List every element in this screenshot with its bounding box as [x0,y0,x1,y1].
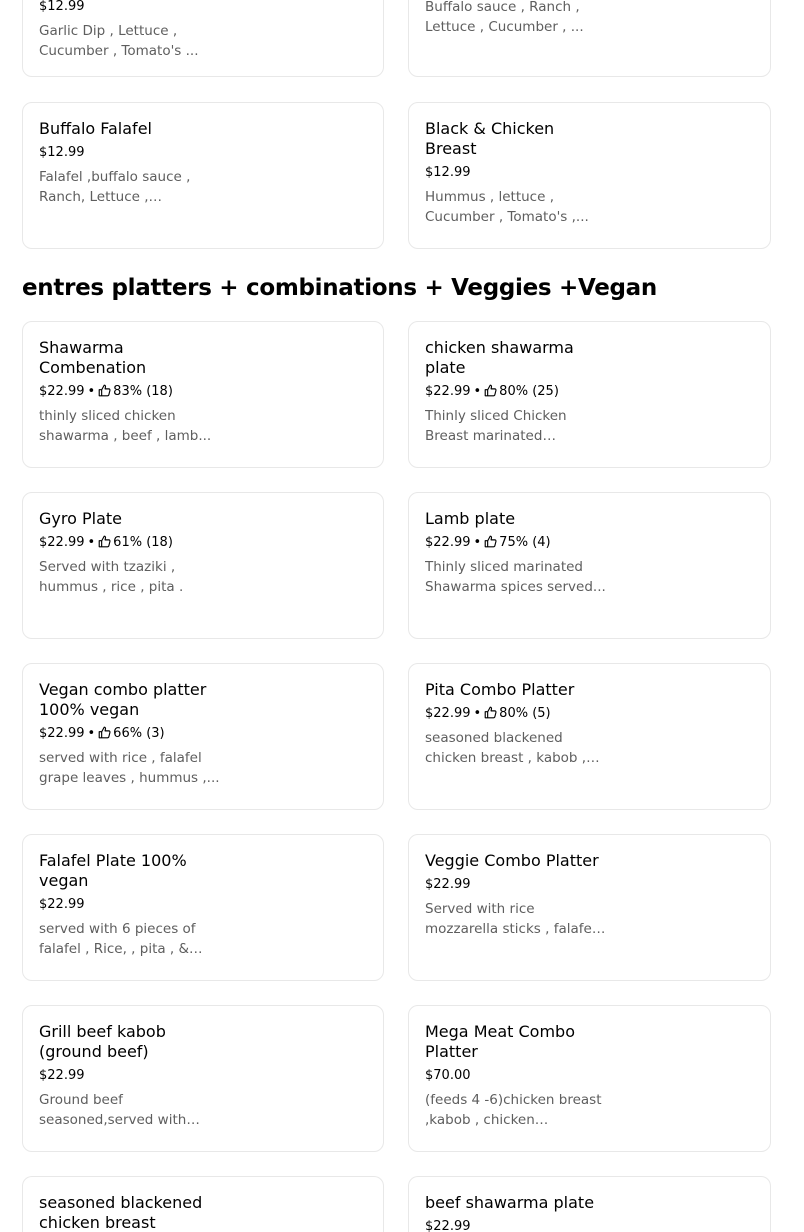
menu-item-card[interactable]: Buffalo sauce , Ranch , Lettuce , Cucumb… [408,0,771,77]
item-description: Buffalo sauce , Ranch , Lettuce , Cucumb… [425,0,584,35]
menu-item-card[interactable]: Falafel Plate 100% vegan $22.99 served w… [22,834,384,981]
item-title: Vegan combo platter 100% vegan [39,680,207,719]
menu-item-card[interactable]: seasoned blackened chicken breast [22,1176,384,1232]
item-meta: $22.99 • 61% (18) [39,533,223,553]
item-price: $22.99 [425,535,471,550]
menu-item-card[interactable]: beef shawarma plate $22.99 [408,1176,771,1232]
menu-item-card[interactable]: chicken shawarma plate $22.99 • 80% (25) T… [408,321,771,468]
item-price: $22.99 [425,877,471,892]
thumbs-up-icon [98,535,111,548]
item-title: seasoned blackened chicken breast [39,1193,203,1232]
meta-separator: • [473,535,482,550]
item-description: Garlic Dip , Lettuce , Cucumber , Tomato… [39,23,199,59]
item-description: (feeds 4 -6)chicken breast ,kabob , chic… [425,1092,602,1128]
item-title: Lamb plate [425,509,516,528]
item-description: Hummus , lettuce , Cucumber , Tomato's ,… [425,189,589,225]
thumbs-up-icon [484,706,497,719]
item-description: thinly sliced chicken shawarma , beef , … [39,408,212,444]
item-price: $12.99 [39,145,85,160]
item-meta: $22.99 • 80% (25) [425,382,609,402]
item-price: $22.99 [425,706,471,721]
meta-separator: • [473,384,482,399]
item-title: beef shawarma plate [425,1193,595,1212]
menu-item-card[interactable]: Vegan combo platter 100% vegan $22.99 • 66… [22,663,384,810]
meta-separator: • [87,384,96,399]
item-price: $12.99 [425,165,471,180]
item-meta: $22.99 • 80% (5) [425,704,609,724]
section-title: entres platters + combinations + Veggies… [22,275,657,301]
item-description: Served with tzaziki , hummus , rice , pi… [39,559,184,595]
item-price: $22.99 [39,384,85,399]
item-title: Pita Combo Platter [425,680,575,699]
item-price: $22.99 [425,1219,471,1232]
item-title: chicken shawarma plate [425,338,574,377]
thumbs-up-icon [98,726,111,739]
item-title: Black & Chicken Breast [425,119,555,158]
item-price: $12.99 [39,0,85,14]
menu-item-card[interactable]: Mega Meat Combo Platter $70.00 (feeds 4 … [408,1005,771,1152]
item-description: served with 6 pieces of falafel , Rice, … [39,921,196,957]
thumbs-up-icon [484,384,497,397]
item-price: $22.99 [39,897,85,912]
item-price: $22.99 [39,1068,85,1083]
thumbs-up-icon [98,384,111,397]
menu-item-card[interactable]: Pita Combo Platter $22.99 • 80% (5) season… [408,663,771,810]
item-title: Mega Meat Combo Platter [425,1022,575,1061]
meta-separator: • [473,706,482,721]
item-description: Ground beef seasoned,served with garli..… [39,1092,187,1128]
item-title: Gyro Plate [39,509,122,528]
item-price: $22.99 [39,726,85,741]
item-description: Served with rice mozzarella sticks , fal… [425,901,605,937]
menu-item-card[interactable]: Lamb plate $22.99 • 75% (4) Thinly sliced … [408,492,771,639]
menu-item-card[interactable]: Black & Chicken Breast $12.99 Hummus , l… [408,102,771,249]
meta-separator: • [87,535,96,550]
item-title: Grill beef kabob (ground beef) [39,1022,166,1061]
item-title: Buffalo Falafel [39,119,152,138]
item-description: Thinly sliced Chicken Breast marinated S… [425,408,567,444]
menu-item-card[interactable]: Buffalo Falafel $12.99 Falafel ,buffalo … [22,102,384,249]
item-rating: 80% (5) [499,706,551,721]
item-price: $22.99 [425,384,471,399]
item-description: seasoned blackened chicken breast , kabo… [425,730,587,766]
menu-item-card[interactable]: Veggie Combo Platter $22.99 Served with … [408,834,771,981]
item-rating: 66% (3) [113,726,165,741]
item-description: served with rice , falafel grape leaves … [39,750,220,786]
item-title: Shawarma Combenation [39,338,147,377]
item-rating: 61% (18) [113,535,173,550]
menu-item-card[interactable]: $12.99 Garlic Dip , Lettuce , Cucumber ,… [22,0,384,77]
item-title: Veggie Combo Platter [425,851,599,870]
item-rating: 83% (18) [113,384,173,399]
item-rating: 75% (4) [499,535,551,550]
menu-item-card[interactable]: Grill beef kabob (ground beef) $22.99 Gr… [22,1005,384,1152]
menu-item-card[interactable]: Gyro Plate $22.99 • 61% (18) Served with t… [22,492,384,639]
thumbs-up-icon [484,535,497,548]
item-title: Falafel Plate 100% vegan [39,851,187,890]
item-price: $22.99 [39,535,85,550]
item-meta: $22.99 • 75% (4) [425,533,609,553]
meta-separator: • [87,726,96,741]
menu-item-card[interactable]: Shawarma Combenation $22.99 • 83% (18) thi… [22,321,384,468]
item-description: Thinly sliced marinated Shawarma spices … [425,559,606,595]
item-meta: $22.99 • 83% (18) [39,382,223,402]
item-price: $70.00 [425,1068,471,1083]
item-description: Falafel ,buffalo sauce , Ranch, Lettuce … [39,169,191,205]
item-rating: 80% (25) [499,384,559,399]
item-meta: $22.99 • 66% (3) [39,724,223,744]
